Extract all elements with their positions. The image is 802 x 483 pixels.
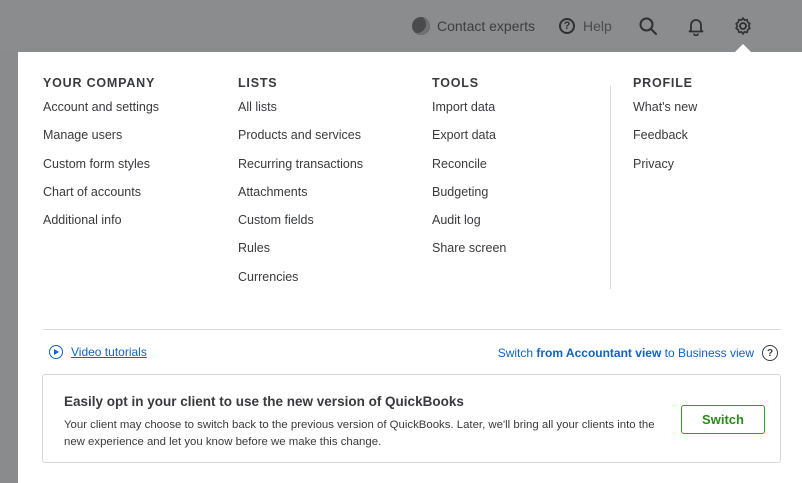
background-overlay <box>0 52 18 483</box>
tools-column: TOOLS Import data Export data Reconcile … <box>432 76 506 269</box>
menu-item-audit-log[interactable]: Audit log <box>432 212 506 240</box>
lists-column: LISTS All lists Products and services Re… <box>238 76 363 297</box>
switch-button[interactable]: Switch <box>681 405 765 434</box>
your-company-heading: YOUR COMPANY <box>43 76 156 90</box>
menu-item-budgeting[interactable]: Budgeting <box>432 184 506 212</box>
help-button[interactable]: ? Help <box>559 0 612 52</box>
profile-column: PROFILE What's new Feedback Privacy <box>633 76 697 184</box>
tools-heading: TOOLS <box>432 76 479 90</box>
menu-item-account-and-settings[interactable]: Account and settings <box>43 99 159 127</box>
bell-icon[interactable] <box>684 14 708 38</box>
contact-experts-label: Contact experts <box>437 18 536 34</box>
top-navigation-bar <box>0 0 802 52</box>
menu-item-custom-form-styles[interactable]: Custom form styles <box>43 156 159 184</box>
gear-icon[interactable] <box>731 14 755 38</box>
menu-item-import-data[interactable]: Import data <box>432 99 506 127</box>
help-circle-icon[interactable]: ? <box>762 345 778 361</box>
menu-item-products-and-services[interactable]: Products and services <box>238 127 363 155</box>
menu-item-rules[interactable]: Rules <box>238 240 363 268</box>
menu-item-all-lists[interactable]: All lists <box>238 99 363 127</box>
menu-item-share-screen[interactable]: Share screen <box>432 240 506 268</box>
menu-item-currencies[interactable]: Currencies <box>238 269 363 297</box>
menu-item-whats-new[interactable]: What's new <box>633 99 697 127</box>
profile-heading: PROFILE <box>633 76 693 90</box>
menu-item-privacy[interactable]: Privacy <box>633 156 697 184</box>
menu-item-attachments[interactable]: Attachments <box>238 184 363 212</box>
video-tutorials-link[interactable]: Video tutorials <box>49 345 147 359</box>
switch-view-control: Switch from Accountant view to Business … <box>498 345 778 361</box>
switch-view-link[interactable]: Switch from Accountant view to Business … <box>498 346 754 360</box>
section-divider <box>43 329 781 330</box>
opt-in-title: Easily opt in your client to use the new… <box>64 394 464 409</box>
switch-prefix: Switch <box>497 346 534 360</box>
help-icon: ? <box>559 18 575 34</box>
menu-item-reconcile[interactable]: Reconcile <box>432 156 506 184</box>
switch-suffix: to Business view <box>664 346 754 360</box>
menu-item-additional-info[interactable]: Additional info <box>43 212 159 240</box>
menu-item-manage-users[interactable]: Manage users <box>43 127 159 155</box>
opt-in-body: Your client may choose to switch back to… <box>64 419 655 448</box>
menu-item-chart-of-accounts[interactable]: Chart of accounts <box>43 184 159 212</box>
menu-item-feedback[interactable]: Feedback <box>633 127 697 155</box>
expert-avatar-icon <box>412 17 430 35</box>
search-icon[interactable] <box>636 14 660 38</box>
lists-heading: LISTS <box>238 76 278 90</box>
menu-item-export-data[interactable]: Export data <box>432 127 506 155</box>
settings-dropdown-panel: YOUR COMPANY Account and settings Manage… <box>18 52 802 483</box>
play-icon <box>49 345 63 359</box>
column-divider <box>610 86 611 289</box>
video-tutorials-label: Video tutorials <box>71 345 147 359</box>
switch-bold-text: from Accountant view <box>536 346 662 360</box>
your-company-column: YOUR COMPANY Account and settings Manage… <box>43 76 159 240</box>
opt-in-card: Easily opt in your client to use the new… <box>42 374 781 463</box>
menu-item-recurring-transactions[interactable]: Recurring transactions <box>238 156 363 184</box>
help-label: Help <box>583 18 612 34</box>
menu-item-custom-fields[interactable]: Custom fields <box>238 212 363 240</box>
contact-experts-button[interactable]: Contact experts <box>412 0 535 52</box>
